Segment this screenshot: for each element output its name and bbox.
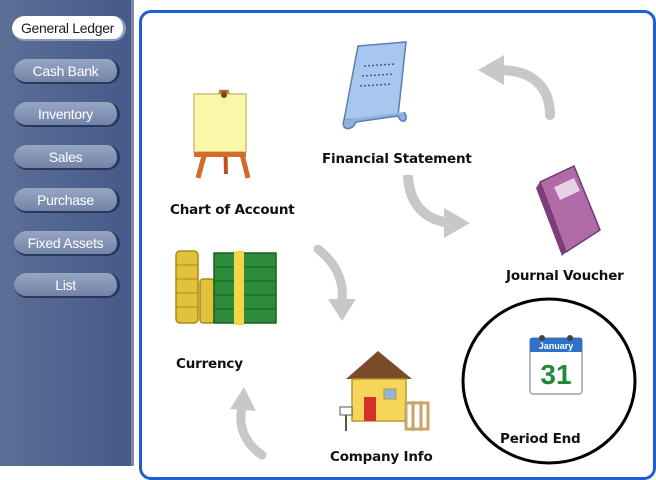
sidebar-item-cash-bank[interactable]: Cash Bank [14, 59, 120, 84]
calendar-month: January [539, 341, 574, 351]
curved-arrow-icon [403, 175, 470, 238]
financial-statement-label[interactable]: Financial Statement [322, 151, 472, 167]
financial-statement-item[interactable] [338, 40, 414, 132]
company-info-item[interactable] [338, 345, 434, 433]
sidebar-divider [131, 0, 134, 466]
currency-item[interactable] [174, 245, 280, 327]
period-end-label[interactable]: Period End [500, 431, 581, 447]
curved-arrow-icon [313, 245, 356, 321]
journal-voucher-label[interactable]: Journal Voucher [506, 268, 624, 284]
scroll-icon [342, 41, 407, 130]
calendar-day: 31 [540, 359, 571, 390]
sidebar-item-sales[interactable]: Sales [14, 145, 120, 170]
money-icon [175, 250, 277, 325]
journal-voucher-item[interactable] [530, 160, 606, 260]
company-info-label[interactable]: Company Info [330, 449, 433, 465]
curved-arrow-icon [230, 387, 267, 460]
sidebar: General Ledger Cash Bank Inventory Sales… [0, 0, 134, 466]
sidebar-item-purchase[interactable]: Purchase [14, 188, 120, 213]
sidebar-item-inventory[interactable]: Inventory [14, 102, 120, 127]
easel-icon [193, 89, 251, 179]
sidebar-item-fixed-assets[interactable]: Fixed Assets [14, 231, 120, 256]
curved-arrow-icon [478, 55, 555, 120]
house-icon [339, 351, 430, 431]
currency-label[interactable]: Currency [176, 356, 243, 372]
period-end-item[interactable]: January 31 [527, 332, 587, 398]
chart-of-account-item[interactable] [186, 82, 256, 182]
book-icon [536, 164, 601, 256]
chart-of-account-label[interactable]: Chart of Account [170, 202, 295, 218]
sidebar-item-list[interactable]: List [14, 273, 120, 298]
sidebar-item-general-ledger[interactable]: General Ledger [12, 16, 126, 41]
calendar-icon: January 31 [529, 335, 583, 395]
